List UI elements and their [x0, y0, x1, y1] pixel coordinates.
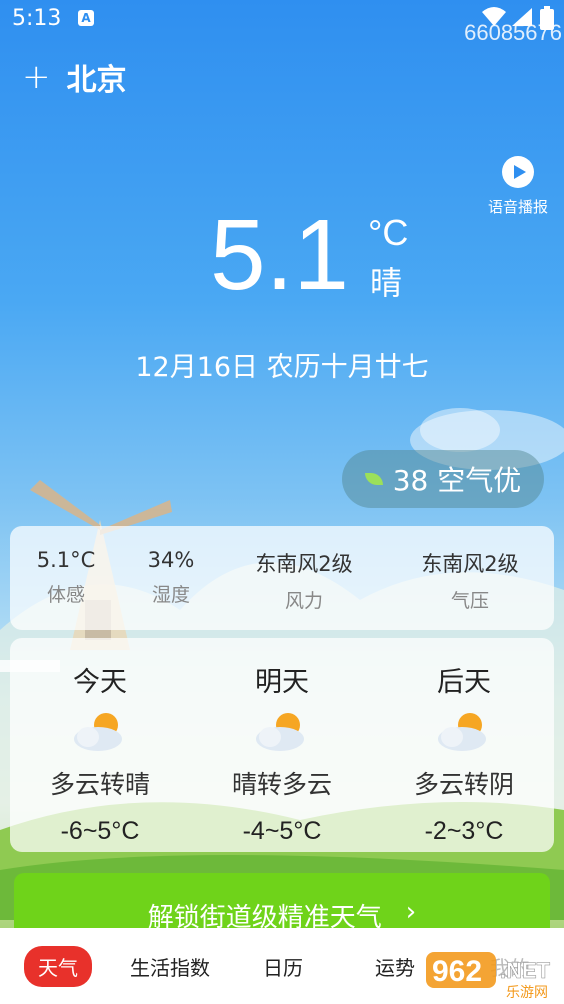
- weather-screen: 5:13 A 66085676 + 北京 语音播报 5.1 °C 晴 12月16…: [0, 0, 564, 1004]
- forecast-tomorrow[interactable]: 明天 晴转多云 -4~5°C: [192, 660, 372, 846]
- aqi-label: 38 空气优: [392, 464, 522, 497]
- detail-value: 东南风2级: [255, 552, 353, 576]
- detail-pressure: 东南风2级 气压: [402, 548, 538, 613]
- tab-calendar[interactable]: 日历: [263, 952, 303, 981]
- current-condition: 晴: [370, 264, 403, 302]
- forecast-desc: 多云转晴: [49, 770, 150, 799]
- plus-icon[interactable]: +: [22, 60, 51, 94]
- tab-fortune[interactable]: 运势: [375, 952, 415, 981]
- detail-key: 湿度: [151, 584, 190, 606]
- partly-cloudy-icon: [74, 713, 122, 751]
- voice-broadcast-button[interactable]: 语音播报: [478, 156, 558, 217]
- date-lunar: 12月16日 农历十月廿七: [135, 352, 429, 383]
- detail-key: 风力: [284, 590, 323, 612]
- status-time: 5:13: [12, 6, 62, 31]
- forecast-card: 今天 多云转晴 -6~5°C 明天 晴转多云 -4~5°C 后天 多云转阴 -2…: [10, 638, 554, 852]
- detail-key: 体感: [46, 584, 85, 606]
- watermark-brand: 962: [432, 955, 482, 988]
- tab-weather[interactable]: 天气: [24, 946, 92, 987]
- aqi-badge[interactable]: 38 空气优: [342, 450, 544, 508]
- watermark-net: .NET: [500, 958, 551, 983]
- forecast-desc: 晴转多云: [231, 770, 332, 799]
- forecast-desc: 多云转阴: [413, 770, 514, 799]
- forecast-range: -4~5°C: [242, 817, 322, 845]
- detail-key: 气压: [450, 590, 489, 612]
- overlay-id-text: 66085676: [464, 20, 562, 45]
- forecast-range: -2~3°C: [424, 817, 504, 845]
- play-icon[interactable]: [502, 156, 534, 188]
- forecast-day-name: 明天: [255, 667, 309, 698]
- temperature-unit: °C: [368, 212, 409, 253]
- site-watermark-logo: 962 .NET 乐游网: [422, 948, 562, 1001]
- watermark-sub: 乐游网: [506, 985, 548, 1000]
- partly-cloudy-icon: [256, 713, 304, 751]
- detail-value: 东南风2级: [421, 552, 519, 576]
- voice-broadcast-label: 语音播报: [487, 198, 548, 216]
- detail-wind: 东南风2级 风力: [236, 548, 372, 613]
- current-temperature: 5.1: [210, 199, 350, 311]
- forecast-day-after[interactable]: 后天 多云转阴 -2~3°C: [374, 660, 554, 846]
- watermark-logo-graphic: 962 .NET 乐游网: [426, 952, 551, 1001]
- forecast-range: -6~5°C: [60, 817, 140, 845]
- forecast-day-name: 后天: [437, 667, 491, 698]
- leaf-icon: [364, 473, 383, 485]
- app-notification-icon: A: [78, 10, 94, 26]
- detail-feels-like: 5.1°C 体感: [26, 548, 106, 607]
- details-card: 5.1°C 体感 34% 湿度 东南风2级 风力 东南风2级 气压: [10, 526, 554, 630]
- header: + 北京: [22, 55, 127, 99]
- forecast-day-name: 今天: [73, 667, 127, 698]
- forecast-today[interactable]: 今天 多云转晴 -6~5°C: [10, 660, 190, 846]
- detail-value: 5.1°C: [36, 548, 96, 572]
- city-name[interactable]: 北京: [67, 55, 127, 99]
- tab-life-index[interactable]: 生活指数: [130, 952, 210, 981]
- detail-value: 34%: [147, 548, 195, 572]
- partly-cloudy-icon: [438, 713, 486, 751]
- detail-humidity: 34% 湿度: [136, 548, 206, 607]
